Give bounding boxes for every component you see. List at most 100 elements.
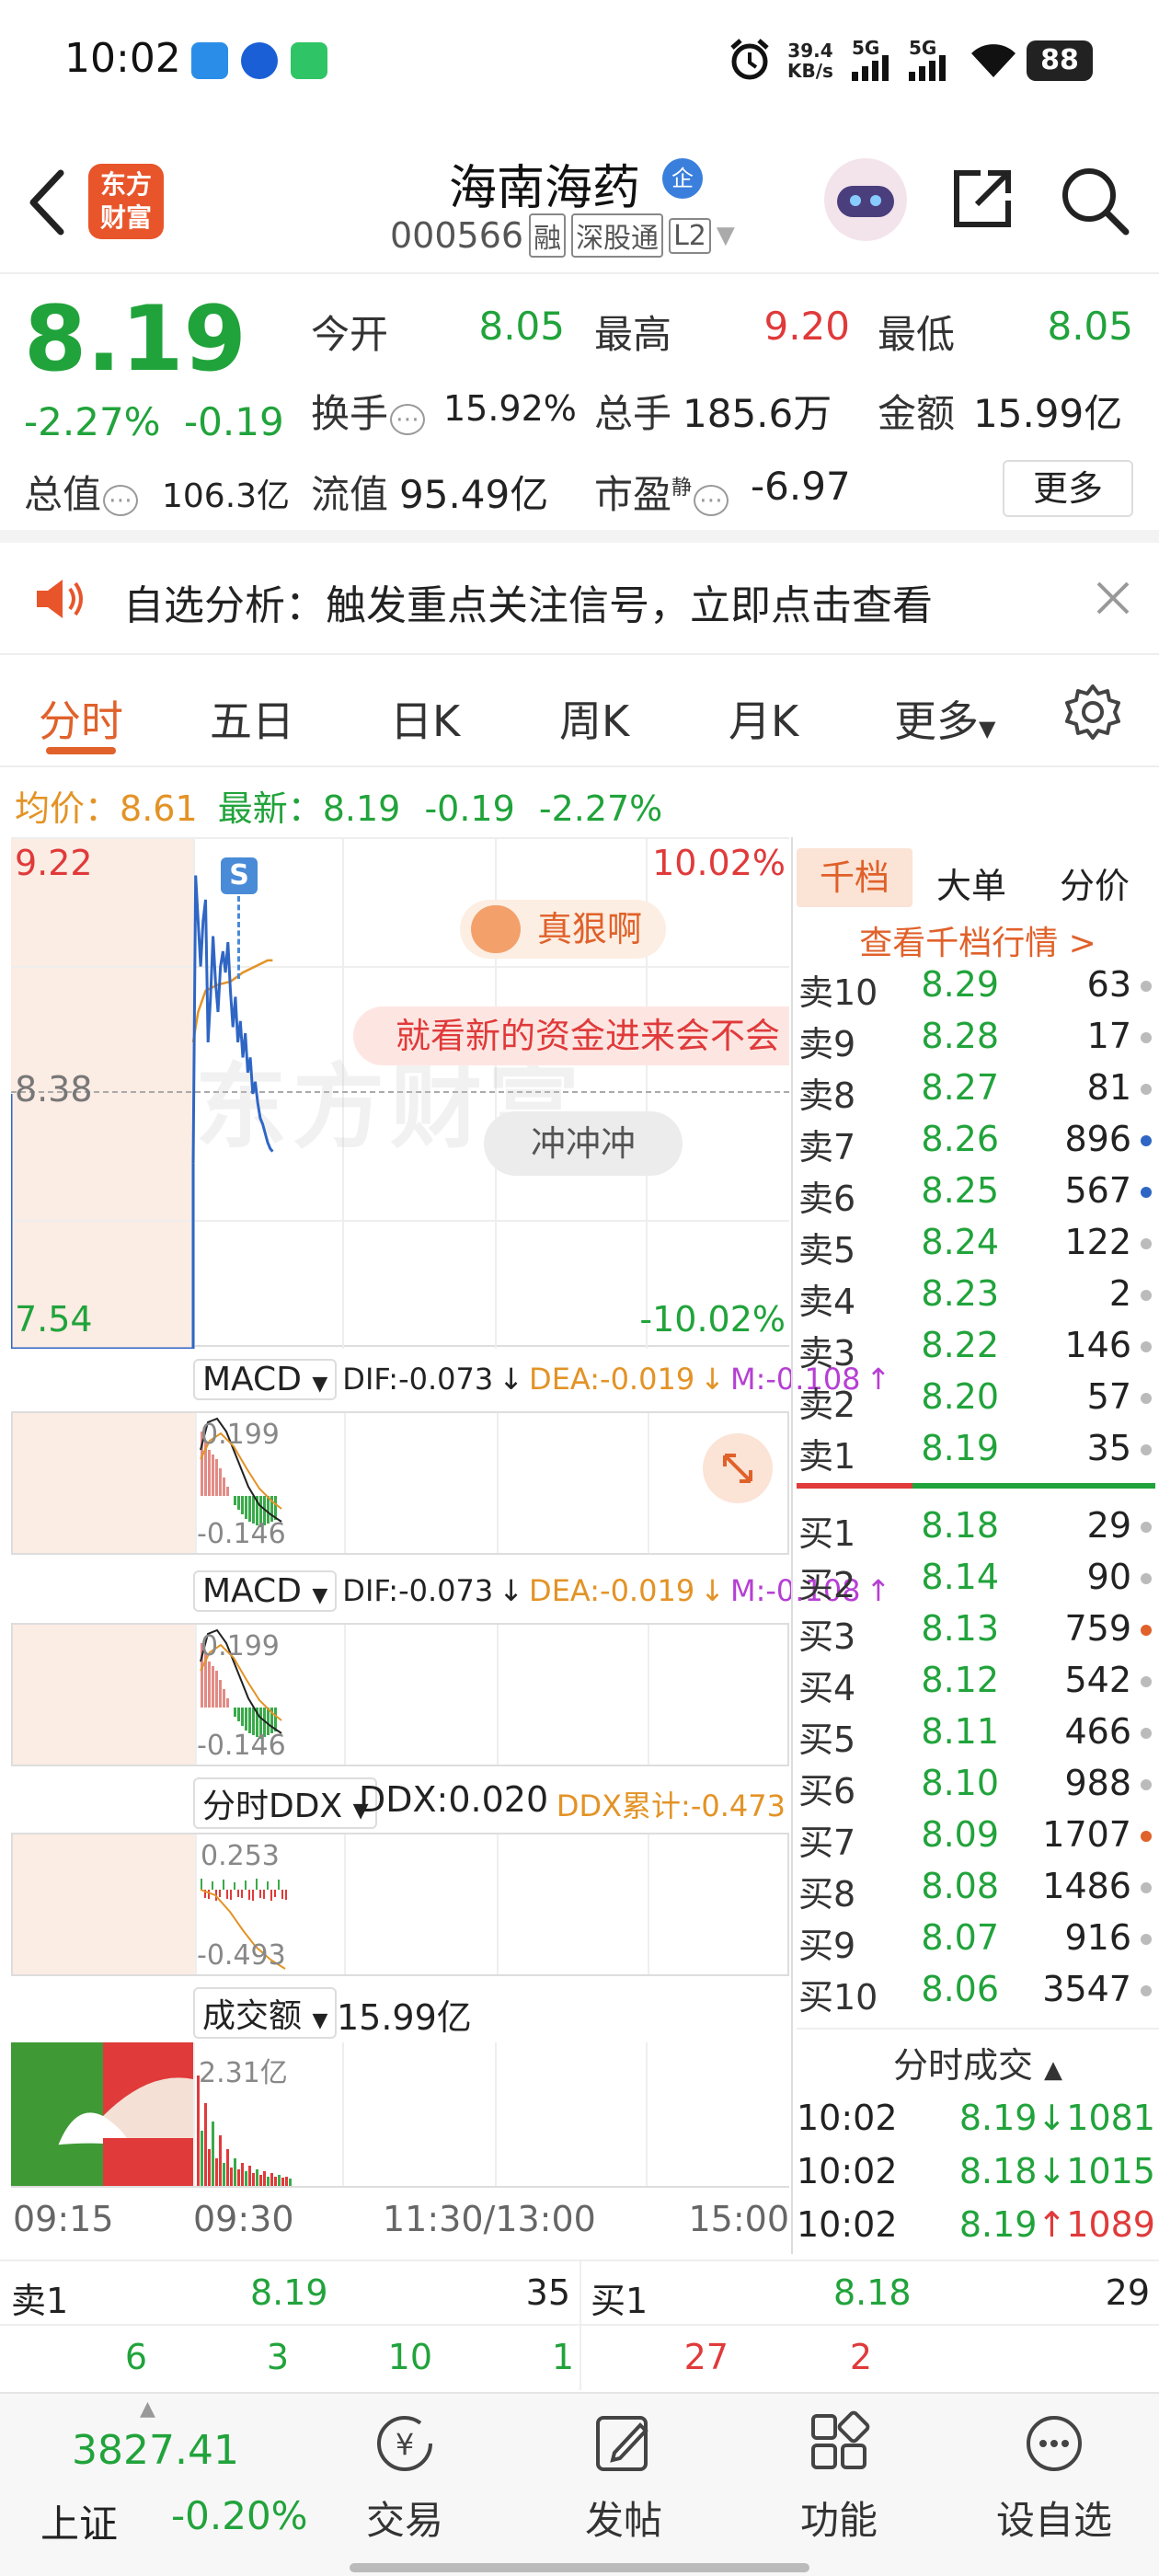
pe-value: -6.97 [751, 464, 851, 509]
bid-level-row[interactable]: 买5 8.11 466 [797, 1708, 1159, 1760]
bid-level-volume: 1486 [1042, 1866, 1131, 1906]
share-icon[interactable] [947, 164, 1017, 234]
turnover-peak-label: 2.31亿 [199, 2057, 288, 2089]
tag-connect: 深股通 [571, 213, 664, 258]
ask-level-row[interactable]: 卖4 8.23 2 [797, 1270, 1159, 1322]
ask-level-volume: 2 [1108, 1273, 1131, 1314]
nav-trade[interactable]: ¥ 交易 [322, 2407, 488, 2546]
bid-level-row[interactable]: 买1 8.18 29 [797, 1501, 1159, 1554]
ask-level-row[interactable]: 卖8 8.27 81 [797, 1064, 1159, 1116]
bid-queue-item: 2 [849, 2337, 872, 2377]
ask-level-row[interactable]: 卖6 8.25 567 [797, 1167, 1159, 1219]
bid-level-row[interactable]: 买4 8.12 542 [797, 1656, 1159, 1708]
tab-price-dist[interactable]: 分价 [1060, 857, 1130, 908]
bid-level-price: 8.18 [921, 1505, 999, 1546]
tab-active-indicator [46, 747, 116, 754]
browser-notification-icon [241, 42, 278, 79]
tab-thousand-levels[interactable]: 千档 [797, 848, 912, 907]
quote-panel: 8.19 -2.27% -0.19 总值 ⋯ 106.3亿 今开 8.05 最高 … [0, 274, 1159, 543]
tab-intraday[interactable]: 分时 [39, 688, 123, 749]
bid-levels: 买1 8.18 29 买2 8.14 90 买3 8.13 759 买4 8.12 542 买5 8.11… [0, 1501, 1159, 2026]
ask-level-price: 8.23 [921, 1273, 999, 1314]
logo-line2: 财富 [99, 202, 152, 233]
back-icon[interactable] [24, 166, 70, 239]
ask-level-label: 卖8 [798, 1075, 856, 1116]
bid-level-row[interactable]: 买8 8.08 1486 [797, 1862, 1159, 1915]
ask-level-price: 8.25 [921, 1170, 999, 1211]
ask-level-row[interactable]: 卖9 8.28 17 [797, 1012, 1159, 1064]
bid1-price: 8.18 [833, 2272, 912, 2313]
status-time: 10:02 [64, 35, 181, 82]
tab-weekly-k[interactable]: 周K [559, 688, 629, 749]
view-orderbook-link[interactable]: 查看千档行情 > [797, 916, 1159, 964]
search-icon[interactable] [1058, 164, 1131, 237]
order-dot-icon [1141, 1573, 1152, 1584]
index-ticker[interactable]: ▲ 3827.41 上证 -0.20% [0, 2394, 313, 2576]
notice-text: 自选分析：触发重点关注信号，立即点击查看 [123, 582, 933, 629]
tick-detail: 8.19↑1089 [959, 2204, 1155, 2245]
caret-up-icon: ▲ [140, 2398, 155, 2421]
more-button[interactable]: 更多 [1003, 460, 1133, 517]
bid-level-row[interactable]: 买7 8.09 1707 [797, 1811, 1159, 1863]
bid-level-volume: 988 [1064, 1763, 1131, 1803]
bid-level-row[interactable]: 买2 8.14 90 [797, 1553, 1159, 1605]
ask-level-volume: 17 [1086, 1016, 1131, 1056]
tab-monthly-k[interactable]: 月K [729, 688, 798, 749]
bid-level-row[interactable]: 买9 8.07 916 [797, 1914, 1159, 1966]
order-dot-icon [1141, 1393, 1152, 1404]
tick-trades-title[interactable]: 分时成交 ▲ [797, 2037, 1159, 2087]
bid-level-label: 买8 [798, 1874, 856, 1915]
tab-more[interactable]: 更多▼ [894, 688, 995, 749]
order-dot-icon [1141, 1934, 1152, 1945]
nav-post[interactable]: 发帖 [541, 2407, 706, 2546]
ask-level-row[interactable]: 卖5 8.24 122 [797, 1218, 1159, 1271]
last-label: 最新： [217, 788, 323, 829]
tab-five-day[interactable]: 五日 [210, 688, 294, 749]
bid-level-label: 买9 [798, 1926, 856, 1966]
bid-level-label: 买2 [798, 1565, 856, 1605]
nav-post-label: 发帖 [584, 2498, 662, 2543]
bid-level-row[interactable]: 买6 8.10 988 [797, 1759, 1159, 1811]
high-label: 最高 [594, 312, 672, 357]
tab-big-orders[interactable]: 大单 [936, 857, 1006, 908]
ask-level-volume: 63 [1086, 964, 1131, 1005]
order-dot-icon [1141, 1728, 1152, 1739]
ask-level-row[interactable]: 卖10 8.29 63 [797, 960, 1159, 1013]
signal-bars-icon [852, 55, 889, 81]
ask-level-row[interactable]: 卖1 8.19 35 [797, 1424, 1159, 1477]
signal-badge[interactable]: S [221, 857, 258, 894]
bid-level-row[interactable]: 买10 8.06 3547 [797, 1965, 1159, 2018]
tick-trade-row: 10:02 8.18↓1015 [797, 2147, 1159, 2201]
gear-icon[interactable] [1063, 683, 1122, 742]
ask-level-label: 卖10 [798, 972, 878, 1013]
y-top-label: 9.22 [15, 843, 93, 883]
last-value: 8.19 [322, 788, 401, 829]
stock-code: 000566 [390, 215, 524, 256]
nav-add-watchlist-label: 设自选 [995, 2498, 1112, 2543]
bid-level-row[interactable]: 买3 8.13 759 [797, 1604, 1159, 1657]
mktcap-label: 总值 ⋯ [24, 464, 139, 520]
bid-level-volume: 1707 [1042, 1814, 1131, 1855]
robot-assistant-icon[interactable] [824, 158, 907, 241]
tick-direction-icon: ↓ [1037, 2151, 1067, 2191]
comment-bubble[interactable]: 真狠啊 [460, 900, 667, 959]
order-dot-icon [1141, 1084, 1152, 1095]
notice-bar[interactable]: 自选分析：触发重点关注信号，立即点击查看 [0, 543, 1159, 655]
ask-queue-item: 1 [551, 2337, 574, 2377]
chevron-down-icon[interactable]: ▼ [717, 222, 735, 249]
bid-level-volume: 3547 [1042, 1969, 1131, 2009]
tab-daily-k[interactable]: 日K [390, 688, 460, 749]
ask-level-label: 卖3 [798, 1333, 856, 1374]
ask-level-row[interactable]: 卖7 8.26 896 [797, 1115, 1159, 1167]
nav-features[interactable]: 功能 [756, 2407, 922, 2546]
eastmoney-logo[interactable]: 东方 财富 [88, 164, 164, 239]
order-dot-icon [1141, 1032, 1152, 1043]
ask-level-volume: 35 [1086, 1428, 1131, 1468]
ask-level-row[interactable]: 卖3 8.22 146 [797, 1321, 1159, 1374]
close-icon[interactable] [1093, 578, 1133, 618]
ask-level-row[interactable]: 卖2 8.20 57 [797, 1373, 1159, 1425]
ask1-price: 8.19 [250, 2272, 328, 2313]
svg-text:¥: ¥ [396, 2427, 414, 2462]
avg-label: 均价： [15, 788, 120, 829]
nav-add-watchlist[interactable]: 设自选 [971, 2407, 1137, 2546]
